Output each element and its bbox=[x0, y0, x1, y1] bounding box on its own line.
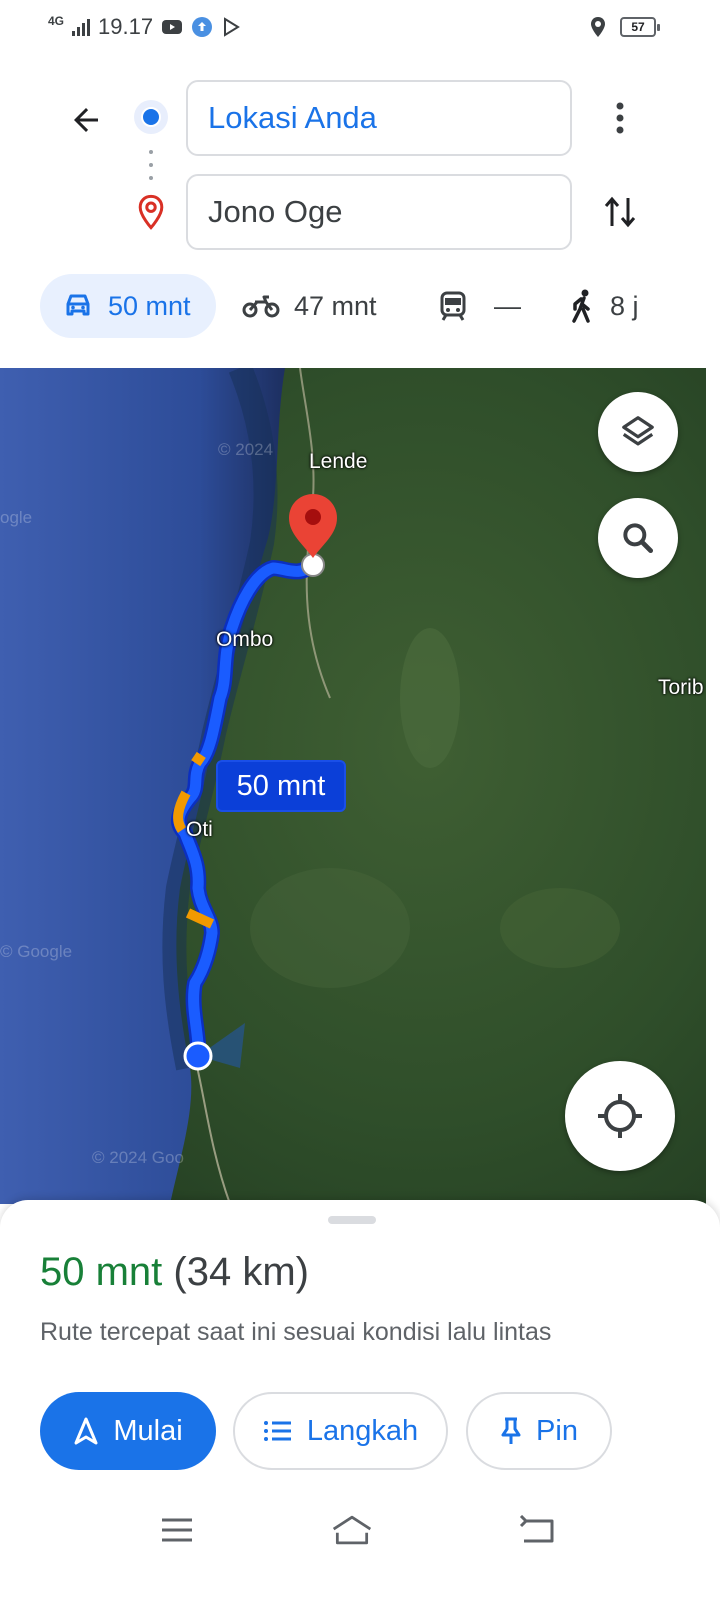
list-icon bbox=[263, 1421, 291, 1441]
status-bar: 4G 19.17 57 bbox=[0, 0, 720, 56]
start-button[interactable]: Mulai bbox=[40, 1392, 216, 1470]
route-duration: 50 mnt bbox=[40, 1250, 163, 1294]
cloud-upload-icon bbox=[192, 17, 213, 37]
location-icon bbox=[591, 17, 605, 37]
route-time-label[interactable]: 50 mnt bbox=[216, 760, 346, 812]
battery-icon: 57 bbox=[620, 17, 660, 37]
mode-transit-chip[interactable]: — bbox=[440, 274, 521, 338]
map-search-button[interactable] bbox=[598, 498, 678, 578]
walk-icon bbox=[572, 289, 590, 323]
map-watermark: © 2024 bbox=[218, 440, 274, 459]
layers-icon bbox=[622, 416, 654, 446]
steps-button-label: Langkah bbox=[306, 1414, 419, 1447]
place-label-ombo: Ombo bbox=[216, 628, 274, 651]
mode-motorcycle-chip[interactable]: 47 mnt bbox=[242, 274, 377, 338]
place-label-lende: Lende bbox=[309, 450, 368, 473]
start-button-label: Mulai bbox=[113, 1414, 183, 1447]
motorcycle-icon bbox=[242, 295, 280, 318]
menu-nav-button[interactable] bbox=[155, 1510, 199, 1550]
mode-motorcycle-time: 47 mnt bbox=[294, 290, 377, 321]
place-label-oti: Oti bbox=[186, 818, 213, 841]
pin-icon bbox=[501, 1417, 521, 1444]
origin-dot-icon bbox=[134, 100, 168, 134]
car-icon bbox=[66, 294, 90, 316]
mode-walk-time: 8 j bbox=[610, 290, 639, 321]
my-location-icon bbox=[598, 1094, 642, 1138]
back-nav-icon bbox=[519, 1515, 554, 1543]
menu-icon bbox=[162, 1518, 192, 1542]
sheet-drag-handle[interactable] bbox=[328, 1216, 376, 1224]
route-description: Rute tercepat saat ini sesuai kondisi la… bbox=[40, 1318, 552, 1346]
route-distance: (34 km) bbox=[173, 1250, 309, 1294]
play-store-icon bbox=[224, 17, 240, 37]
home-nav-button[interactable] bbox=[330, 1510, 374, 1550]
search-icon bbox=[623, 523, 654, 554]
arrow-back-icon bbox=[74, 108, 98, 132]
map-watermark: ogle bbox=[0, 508, 33, 527]
layers-button[interactable] bbox=[598, 392, 678, 472]
map-view[interactable]: © 2024 ogle © Google © 2024 Goo Lende Om… bbox=[0, 368, 706, 1204]
swap-button[interactable] bbox=[596, 188, 644, 236]
place-label-toribulu: Torib bbox=[658, 676, 704, 699]
route-summary: 50 mnt (34 km) bbox=[40, 1250, 309, 1295]
destination-pin-icon bbox=[138, 194, 164, 230]
map-watermark: © 2024 Goo bbox=[92, 1148, 184, 1167]
origin-field[interactable]: Lokasi Anda bbox=[186, 80, 572, 156]
steps-button[interactable]: Langkah bbox=[233, 1392, 448, 1470]
system-nav-bar bbox=[0, 1500, 720, 1560]
clock: 19.17 bbox=[98, 14, 154, 39]
mode-walk-chip[interactable]: 8 j bbox=[570, 274, 639, 338]
mode-drive-chip[interactable]: 50 mnt bbox=[40, 274, 216, 338]
route-summary-sheet: 50 mnt (34 km) Rute tercepat saat ini se… bbox=[0, 1200, 720, 1600]
back-nav-button[interactable] bbox=[515, 1510, 559, 1550]
my-location-button[interactable] bbox=[565, 1061, 675, 1171]
swap-vert-icon bbox=[604, 196, 636, 228]
signal-icon bbox=[72, 18, 91, 36]
pin-button-label: Pin bbox=[536, 1414, 578, 1447]
destination-field[interactable]: Jono Oge bbox=[186, 174, 572, 250]
network-type: 4G bbox=[48, 14, 65, 28]
pin-button[interactable]: Pin bbox=[466, 1392, 612, 1470]
more-vert-icon bbox=[616, 102, 624, 134]
youtube-icon bbox=[162, 20, 183, 34]
navigation-icon bbox=[74, 1417, 98, 1445]
mode-drive-time: 50 mnt bbox=[108, 290, 191, 321]
map-watermark: © Google bbox=[0, 942, 73, 961]
back-button[interactable] bbox=[62, 96, 110, 144]
mode-transit-time: — bbox=[494, 290, 521, 321]
home-icon bbox=[332, 1515, 372, 1545]
train-icon bbox=[440, 291, 466, 321]
route-dots bbox=[149, 150, 153, 180]
travel-mode-bar: 50 mnt 47 mnt — 8 j bbox=[0, 274, 720, 338]
more-options-button[interactable] bbox=[596, 94, 644, 142]
